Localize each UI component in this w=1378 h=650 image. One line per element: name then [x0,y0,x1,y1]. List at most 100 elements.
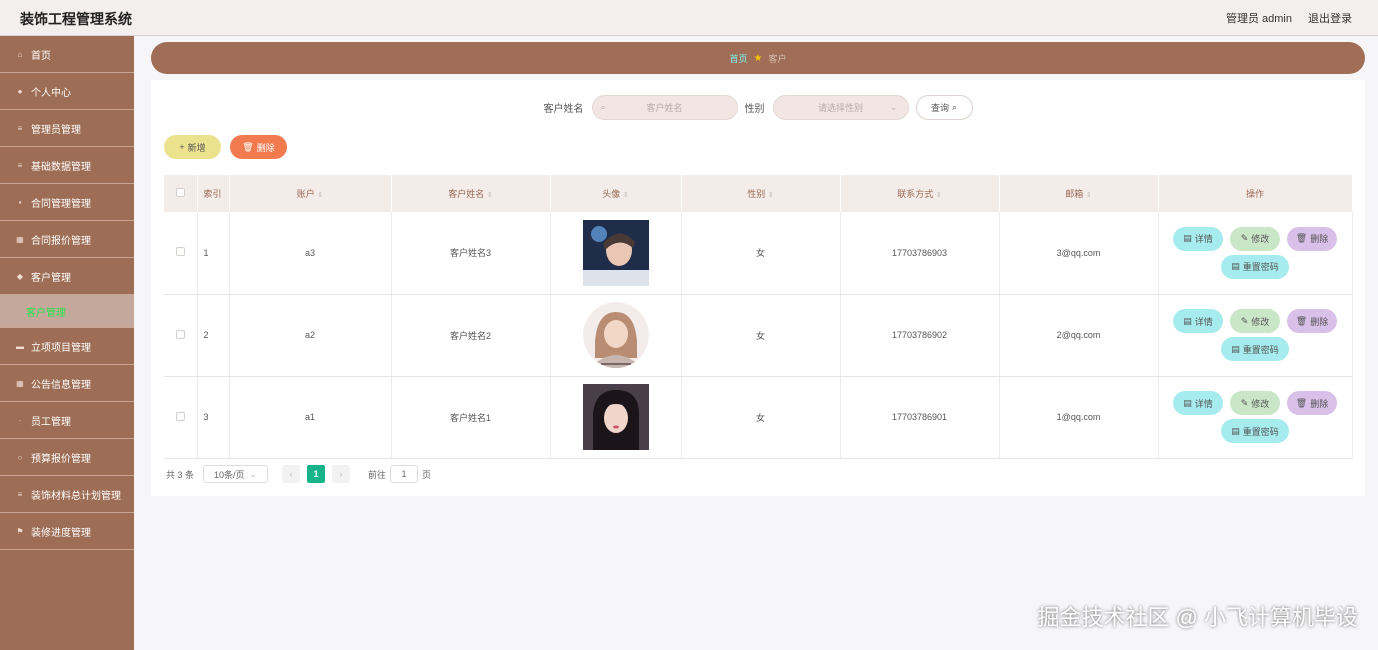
sidebar-item-project[interactable]: ▬ 立项项目管理 [0,328,134,365]
cell-name: 客户姓名1 [391,376,551,459]
edit-button[interactable]: ✎ 修改 [1230,309,1280,333]
cell-gender: 女 [681,294,841,377]
breadcrumb-home[interactable]: 首页 [730,52,748,65]
sidebar-item-contract-quote[interactable]: ▦ 合同报价管理 [0,221,134,258]
sidebar-item-label: 客户管理 [31,272,71,284]
detail-label: 详情 [1194,316,1213,327]
header-avatar[interactable]: 头像 ⇕ [550,175,682,212]
sidebar-subitem-customer[interactable]: 客户管理 [0,295,134,328]
sidebar-item-notice[interactable]: ▦ 公告信息管理 [0,365,134,402]
grid-icon: ▦ [16,234,24,244]
document-icon: ▤ [1231,425,1240,436]
detail-label: 详情 [1194,398,1213,409]
page-number-current[interactable]: 1 [307,465,326,483]
delete-button[interactable]: 🗑 删除 [1287,391,1337,415]
cell-account: a3 [229,212,392,295]
avatar-male-portrait[interactable] [582,219,649,286]
sidebar-item-home[interactable]: ⌂ 首页 [0,36,134,73]
edit-button[interactable]: ✎ 修改 [1230,226,1280,251]
row-checkbox[interactable] [175,411,185,421]
row-checkbox[interactable] [175,329,185,339]
reset-password-button[interactable]: ▤ 重置密码 [1221,254,1289,279]
pencil-icon: ✎ [1240,397,1249,408]
delete-label: 删除 [1310,316,1329,327]
delete-label: 删除 [256,142,275,153]
gender-label: 性别 [744,104,765,115]
pagination: 共 3 条 10条/页 ⌄ ‹ 1 › 前往 1 页 [166,465,431,483]
trash-icon: 🗑 [242,141,254,152]
header-phone[interactable]: 联系方式 ⇕ [840,175,1000,212]
sidebar-item-customer[interactable]: ◆ 客户管理 [0,258,134,295]
row-select-cell [164,212,198,295]
breadcrumb: 首页 ★ 客户 [151,42,1365,74]
sidebar-item-progress[interactable]: ⚑ 装修进度管理 [0,513,134,550]
sidebar-item-staff[interactable]: · 员工管理 [0,402,134,439]
avatar-female-portrait-round[interactable] [582,302,649,368]
cell-phone: 17703786903 [840,212,1000,295]
cell-gender: 女 [681,212,841,295]
sort-icon: ⇕ [622,192,629,199]
delete-button[interactable]: 🗑 删除 [1287,309,1337,333]
add-button[interactable]: + 新增 [164,135,221,159]
page-size-value: 10条/页 [213,469,245,480]
sidebar-item-label: 个人中心 [31,87,71,99]
sidebar-item-profile[interactable]: ● 个人中心 [0,73,134,110]
cell-actions: ▤ 详情 ✎ 修改 🗑 删除 ▤ 重置密码 [1158,376,1353,459]
cell-phone: 17703786902 [840,294,1000,377]
sidebar-item-label: 首页 [31,50,51,62]
select-all-checkbox[interactable] [175,188,185,197]
header-name[interactable]: 客户姓名 ⇕ [391,175,551,212]
batch-delete-button[interactable]: 🗑 删除 [230,135,287,159]
list-icon: ≡ [17,123,23,133]
gender-select[interactable]: 请选择性别 ⌄ [772,95,909,120]
cell-actions: ▤ 详情 ✎ 修改 🗑 删除 ▤ 重置密码 [1158,294,1353,377]
next-page-button[interactable]: › [332,465,351,483]
reset-password-button[interactable]: ▤ 重置密码 [1221,419,1289,443]
header-email[interactable]: 邮箱 ⇕ [999,175,1159,212]
row-checkbox[interactable] [175,247,185,257]
cell-avatar [550,294,682,377]
detail-button[interactable]: ▤ 详情 [1173,391,1223,415]
sidebar-item-label: 员工管理 [31,416,71,428]
sidebar-item-label: 预算报价管理 [31,453,91,465]
header-phone-label: 联系方式 [897,189,934,199]
reset-password-button[interactable]: ▤ 重置密码 [1221,337,1289,361]
pin-icon: ◆ [16,271,24,281]
sidebar-item-label: 管理员管理 [31,124,81,136]
cell-index: 2 [197,294,230,377]
goto-prefix: 前往 [368,469,387,480]
logout-link[interactable]: 退出登录 [1308,10,1352,26]
sort-icon: ⇕ [1085,192,1092,199]
customer-name-label: 客户姓名 [543,104,584,115]
edit-button[interactable]: ✎ 修改 [1230,391,1280,415]
header-account[interactable]: 账户 ⇕ [229,175,392,212]
header-gender[interactable]: 性别 ⇕ [681,175,841,212]
chevron-down-icon: ⌄ [249,468,258,479]
sidebar-item-base-data[interactable]: ≡ 基础数据管理 [0,147,134,184]
detail-button[interactable]: ▤ 详情 [1173,226,1223,251]
top-bar: 装饰工程管理系统 管理员 admin 退出登录 [0,0,1378,36]
edit-label: 修改 [1251,316,1270,327]
table-header-row: 索引 账户 ⇕ 客户姓名 ⇕ 头像 ⇕ 性别 ⇕ 联系方式 ⇕ 邮箱 ⇕ 操作 [164,175,1353,212]
query-button[interactable]: 查询 ⌕ [915,95,973,120]
sidebar-item-budget[interactable]: ○ 预算报价管理 [0,439,134,476]
customer-name-input[interactable]: ⌕ 客户姓名 [591,95,738,120]
query-label: 查询 [930,103,949,113]
avatar-female-portrait[interactable] [582,384,649,450]
main-panel: 客户姓名 ⌕ 客户姓名 性别 请选择性别 ⌄ 查询 ⌕ + 新增 🗑 删除 索引 [151,80,1365,496]
page-size-select[interactable]: 10条/页 ⌄ [203,465,269,483]
sidebar-item-label: 装饰材料总计划管理 [31,490,121,502]
total-count: 共 3 条 [166,469,195,480]
header-index: 索引 [197,175,230,212]
goto-page-input[interactable]: 1 [390,465,419,483]
sidebar-item-contract[interactable]: ▪ 合同管理管理 [0,184,134,221]
row-select-cell [164,294,198,377]
sidebar-item-admin[interactable]: ≡ 管理员管理 [0,110,134,147]
prev-page-button[interactable]: ‹ [282,465,301,483]
goto-suffix: 页 [422,469,432,480]
delete-button[interactable]: 🗑 删除 [1287,226,1337,251]
detail-button[interactable]: ▤ 详情 [1173,309,1223,333]
breadcrumb-current: 客户 [768,53,787,64]
sidebar-item-label: 基础数据管理 [31,161,91,173]
sidebar-item-material-plan[interactable]: ≡ 装饰材料总计划管理 [0,476,134,513]
